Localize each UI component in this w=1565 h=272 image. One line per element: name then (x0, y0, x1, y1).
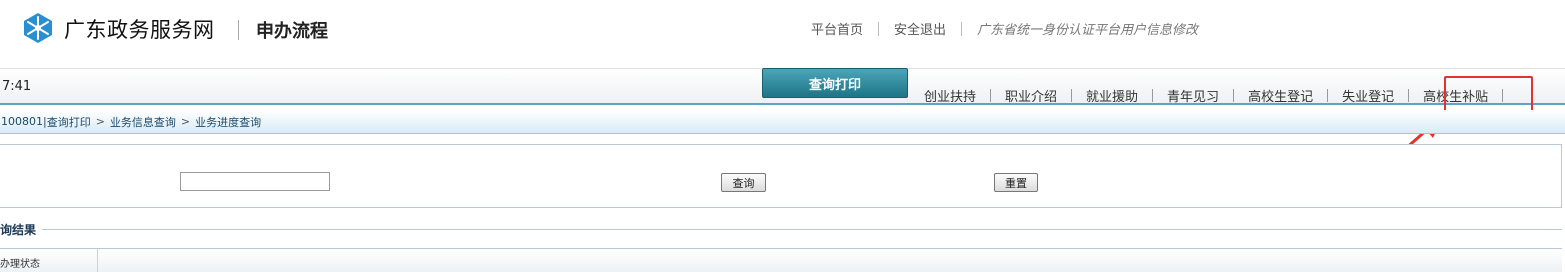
breadcrumb-separator: > (95, 115, 105, 128)
results-divider (42, 229, 1562, 230)
results-heading: 询结果 (0, 223, 37, 237)
tab-query-print[interactable]: 查询打印 (762, 68, 908, 98)
nav-divider (1071, 89, 1073, 102)
search-input[interactable] (180, 172, 330, 191)
link-divider (961, 21, 963, 36)
nav-underline (0, 103, 1565, 105)
breadcrumb-item[interactable]: 查询打印 (47, 114, 91, 130)
column-divider (97, 249, 98, 272)
breadcrumb-separator: > (180, 115, 191, 128)
reset-button[interactable]: 重置 (994, 173, 1038, 192)
column-header-status: 办理状态 (0, 259, 40, 270)
top-links: 平台首页 安全退出 广东省统一身份认证平台用户信息修改 (811, 19, 1198, 38)
site-header: 广东政务服务网 申办流程 平台首页 安全退出 广东省统一身份认证平台用户信息修改 (0, 0, 1565, 62)
breadcrumb: 100801| 查询打印 > 业务信息查询 > 业务进度查询 (0, 110, 1565, 134)
query-button[interactable]: 查询 (721, 173, 766, 192)
logo-icon (22, 12, 54, 44)
page-title: 申办流程 (256, 21, 328, 42)
nav-divider (990, 89, 992, 102)
breadcrumb-code: 100801| (1, 115, 47, 128)
nav-divider (1233, 89, 1235, 102)
breadcrumb-item[interactable]: 业务进度查询 (195, 114, 261, 130)
link-divider (878, 21, 880, 36)
nav-divider (1408, 89, 1410, 102)
profile-edit-link[interactable]: 广东省统一身份认证平台用户信息修改 (977, 19, 1198, 38)
results-table-header (0, 248, 1562, 272)
breadcrumb-item[interactable]: 业务信息查询 (110, 114, 176, 130)
clock-text: 7:41 (2, 79, 32, 94)
title-divider (238, 20, 239, 40)
logout-link[interactable]: 安全退出 (894, 19, 946, 38)
nav-divider (1152, 89, 1154, 102)
nav-divider (1327, 89, 1329, 102)
home-link[interactable]: 平台首页 (811, 19, 863, 38)
site-title: 广东政务服务网 (64, 18, 215, 42)
